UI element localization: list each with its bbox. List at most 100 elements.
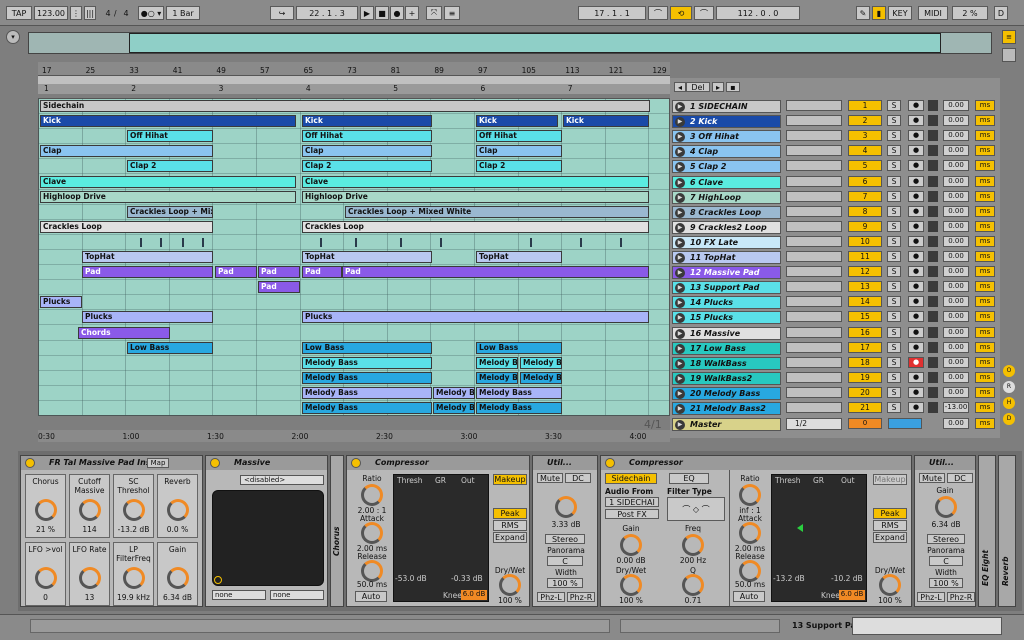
browser-toggle-icon[interactable] xyxy=(1002,48,1016,62)
massive-device[interactable]: Massive <disabled> none none xyxy=(205,455,328,607)
compressor-device[interactable]: Compressor Ratio 2.00 : 1 Attack 2.00 ms… xyxy=(346,455,530,607)
metronome-icon[interactable]: ⋮ xyxy=(70,6,82,20)
arrangement-clip[interactable]: Pad xyxy=(258,266,300,279)
ratio-knob[interactable] xyxy=(739,484,761,506)
track-activator[interactable]: 3 xyxy=(848,130,882,142)
menu-icon[interactable]: ≡ xyxy=(1002,30,1016,44)
arm-button[interactable]: ● xyxy=(908,341,924,353)
phz-l-button[interactable]: Phz-L xyxy=(917,592,945,602)
track-header[interactable]: ▶ 15 Plucks xyxy=(672,311,781,325)
massive-xy-pad[interactable] xyxy=(212,490,324,586)
locator-marker[interactable]: 7 xyxy=(568,84,573,93)
track-activator[interactable]: 11 xyxy=(848,251,882,262)
track-io-box[interactable] xyxy=(786,281,842,293)
locator-marker[interactable]: 2 xyxy=(131,84,136,93)
release-knob[interactable] xyxy=(361,560,383,582)
arrangement-clip[interactable]: Off Hihat xyxy=(476,130,562,143)
track-io-box[interactable] xyxy=(786,311,842,323)
sidechain-tab[interactable]: Sidechain xyxy=(605,473,657,484)
arrangement-clip[interactable]: Melody Bass xyxy=(433,402,475,414)
arrangement-clip[interactable]: Low Bass xyxy=(127,341,213,354)
track-volume[interactable]: 0.00 xyxy=(943,175,969,187)
loop-icon[interactable]: ⟲ xyxy=(670,6,692,20)
locator-marker[interactable]: 1 xyxy=(44,84,49,93)
arrangement-clip[interactable]: TopHat xyxy=(82,251,213,263)
arrangement-clip[interactable]: Low Bass xyxy=(476,341,562,354)
arm-button[interactable]: ● xyxy=(908,235,924,247)
track-io-box[interactable] xyxy=(786,115,842,127)
track-delay-unit[interactable]: ms xyxy=(975,175,995,187)
locator-lane[interactable] xyxy=(38,76,670,84)
arrangement-clip[interactable]: Melody Bass xyxy=(476,386,562,399)
punch-in-icon[interactable]: ⌒ xyxy=(648,6,668,20)
track-header[interactable]: ▶ 19 WalkBass2 xyxy=(672,371,781,385)
play-icon[interactable]: ▶ xyxy=(675,162,685,173)
solo-button[interactable]: S xyxy=(887,115,901,127)
macro-slot[interactable]: Chorus 21 % xyxy=(25,474,66,538)
track-activator[interactable]: 2 xyxy=(848,115,882,127)
overview-toggle-icon[interactable]: ▾ xyxy=(6,30,20,44)
sidechain-compressor-device[interactable]: Compressor Sidechain EQ Audio From 1 SID… xyxy=(600,455,912,607)
track-header[interactable]: ▶ 11 TopHat xyxy=(672,251,781,264)
arrangement-clip[interactable]: Kick xyxy=(302,115,432,128)
auto-button[interactable]: Auto xyxy=(733,591,765,602)
attack-knob[interactable] xyxy=(361,522,383,544)
overdub-icon[interactable]: ≡ xyxy=(444,6,460,20)
track-io-box[interactable] xyxy=(786,220,842,232)
arrangement-clip[interactable]: Pad xyxy=(215,266,257,279)
track-activator[interactable]: 12 xyxy=(848,266,882,278)
arrangement-clip[interactable]: Pad xyxy=(342,266,649,279)
track-delay-unit[interactable]: ms xyxy=(975,251,995,262)
track-delay-unit[interactable]: ms xyxy=(975,371,995,383)
peak-button[interactable]: Peak xyxy=(873,508,907,519)
play-icon[interactable]: ▶ xyxy=(675,222,685,233)
expand-button[interactable]: Expand xyxy=(873,532,907,543)
master-vol[interactable]: 0.00 xyxy=(943,418,969,429)
track-header[interactable]: ▶ 20 Melody Bass xyxy=(672,386,781,400)
punch-out-icon[interactable]: ⌒ xyxy=(694,6,714,20)
quantize-select[interactable]: 1 Bar xyxy=(166,6,200,20)
master-ms[interactable]: ms xyxy=(975,418,995,429)
arrangement-clip[interactable]: Clave xyxy=(302,175,649,188)
metronome-icon[interactable]: ||| xyxy=(84,6,96,20)
track-activator[interactable]: 5 xyxy=(848,160,882,172)
macro-slot[interactable]: LFO Rate 13 xyxy=(69,542,110,606)
master-select[interactable]: 1/2 xyxy=(786,418,842,430)
massive-none-select[interactable]: none xyxy=(270,590,324,600)
gain-knob[interactable] xyxy=(555,496,577,518)
eq-tab[interactable]: EQ xyxy=(669,473,709,484)
arrangement-clip[interactable]: Melody Bass xyxy=(302,386,432,399)
master-vol-bar[interactable] xyxy=(888,418,922,429)
record-toggle[interactable]: ●○ ▾ xyxy=(138,6,164,20)
track-delay-unit[interactable]: ms xyxy=(975,402,995,413)
play-icon[interactable]: ▶ xyxy=(675,192,685,203)
track-delay-unit[interactable]: ms xyxy=(975,130,995,142)
arrangement-clip[interactable]: Melody Bass xyxy=(302,356,432,369)
master-track[interactable]: ▶ Master xyxy=(672,418,781,431)
arrangement-clip[interactable]: Plucks xyxy=(40,296,82,309)
play-icon[interactable]: ▶ xyxy=(675,313,685,324)
play-icon[interactable]: ▶ xyxy=(675,358,685,369)
track-header[interactable]: ▶ 14 Plucks xyxy=(672,296,781,310)
arrangement-clip[interactable]: Highloop Drive xyxy=(302,190,649,203)
track-header[interactable]: ▶ 16 Massive xyxy=(672,326,781,340)
solo-button[interactable]: S xyxy=(887,296,901,308)
play-icon[interactable]: ▶ xyxy=(675,343,685,354)
arrangement-overview[interactable] xyxy=(28,32,992,54)
return-letter-icon[interactable]: R xyxy=(1003,381,1015,393)
ratio-knob[interactable] xyxy=(361,484,383,506)
fold-icon[interactable]: ▪ xyxy=(726,82,740,92)
track-header[interactable]: ▶ 12 Massive Pad xyxy=(672,266,781,280)
arrangement-clip[interactable]: Melody Bass xyxy=(476,356,518,369)
solo-button[interactable]: S xyxy=(887,386,901,398)
arrangement-clip[interactable]: Clap xyxy=(476,145,562,158)
solo-button[interactable]: S xyxy=(887,205,901,217)
play-icon[interactable]: ▶ xyxy=(675,117,685,128)
play-icon[interactable]: ▶ xyxy=(675,253,685,263)
gain-knob[interactable] xyxy=(935,496,957,518)
solo-button[interactable]: S xyxy=(887,160,901,172)
eq-eight-folded[interactable]: EQ Eight xyxy=(978,455,996,607)
arrangement-clip[interactable]: Pad xyxy=(302,266,342,279)
rms-button[interactable]: RMS xyxy=(493,520,527,531)
track-delay-unit[interactable]: ms xyxy=(975,356,995,368)
